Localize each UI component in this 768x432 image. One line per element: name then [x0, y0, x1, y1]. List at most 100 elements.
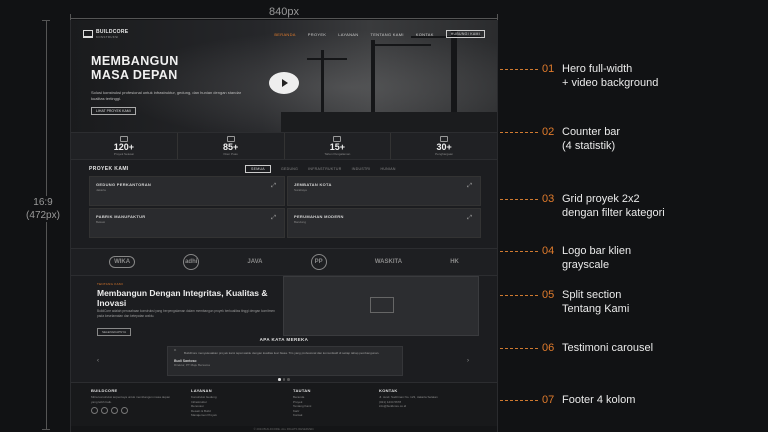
filter-infrastruktur[interactable]: INFRASTRUKTUR [308, 167, 341, 171]
stat-caption: Penghargaan [435, 152, 454, 156]
height-ratio: 16:9 [33, 197, 53, 208]
testimonial-card: “ BuildCore menyelesaikan proyek kami te… [167, 346, 403, 376]
stat-item: 85+ Klien Puas [176, 133, 284, 159]
client-logo: HK [450, 259, 459, 265]
projects-section: PROYEK KAMI SEMUA GEDUNG INFRASTRUKTUR I… [71, 160, 497, 248]
website-mockup: BUILDCORE KONSTRUKSI BERANDA PROYEK LAYA… [70, 20, 498, 432]
social-links [91, 407, 171, 415]
stat-caption: Proyek Selesai [113, 152, 134, 156]
play-icon [282, 79, 288, 87]
footer-col-links: TAUTAN Beranda Proyek Tentang Kami Karir… [293, 388, 363, 418]
annotation-line2: grayscale [562, 259, 610, 271]
filter-semua[interactable]: SEMUA [245, 165, 271, 173]
expand-icon[interactable]: ⤢ [467, 215, 472, 222]
project-card[interactable]: JEMBATAN KOTA Surabaya ⤢ [287, 176, 481, 206]
stat-item: 120+ Proyek Selesai [71, 133, 177, 159]
project-title: PERUMAHAN MODERN [294, 214, 344, 219]
footer-heading: KONTAK [379, 388, 398, 393]
chevron-left-icon[interactable]: ‹ [97, 358, 99, 364]
project-card[interactable]: PABRIK MANUFAKTUR Bekasi ⤢ [89, 208, 285, 238]
email-text[interactable]: info@buildcore.co.id [379, 404, 489, 409]
testimonial-title: APA KATA MEREKA [259, 337, 309, 342]
contact-cta-button[interactable]: HUBUNGI KAMI [445, 30, 485, 38]
facebook-icon[interactable] [91, 407, 98, 415]
about-image [283, 276, 479, 336]
carousel-dot[interactable] [287, 378, 290, 381]
project-title: GEDUNG PERKANTORAN [96, 182, 152, 187]
hero-title: MEMBANGUN MASA DEPAN [91, 54, 179, 82]
hero-subtitle: Solusi konstruksi profesional untuk infr… [91, 90, 242, 101]
linkedin-icon[interactable] [101, 407, 108, 415]
hero-section: BUILDCORE KONSTRUKSI BERANDA PROYEK LAYA… [71, 20, 497, 132]
stat-caption: Tahun Pengalaman [324, 152, 351, 156]
hero-title-line2: MASA DEPAN [91, 68, 178, 82]
brand-tag: KONSTRUKSI [96, 35, 119, 39]
footer: BUILDCORE Mitra konstruksi terpercaya un… [71, 382, 497, 432]
expand-icon[interactable]: ⤢ [271, 215, 276, 222]
annotation-line1: Footer 4 kolom [562, 394, 636, 406]
carousel-dot[interactable] [278, 378, 281, 381]
about-eyebrow: TENTANG KAMI [97, 282, 123, 286]
nav-link-tentang[interactable]: TENTANG KAMI [370, 32, 403, 37]
footer-col-services: LAYANAN Konstruksi Gedung Infrastruktur … [191, 388, 271, 418]
category-filters: SEMUA GEDUNG INFRASTRUKTUR INDUSTRI HUNI… [245, 165, 396, 173]
nav-link-layanan[interactable]: LAYANAN [338, 32, 358, 37]
footer-heading: TAUTAN [293, 388, 311, 393]
instagram-icon[interactable] [111, 407, 118, 415]
youtube-icon[interactable] [121, 407, 128, 415]
quote-icon: “ [174, 349, 177, 356]
filter-industri[interactable]: INDUSTRI [352, 167, 371, 171]
project-card[interactable]: GEDUNG PERKANTORAN Jakarta ⤢ [89, 176, 285, 206]
about-title: Membangun Dengan Integritas, Kualitas & … [97, 288, 268, 308]
annotation-line1: Grid proyek 2x2 [562, 193, 640, 205]
annotation-number: 01 [542, 63, 555, 75]
project-card[interactable]: PERUMAHAN MODERN Bandung ⤢ [287, 208, 481, 238]
annotation-line1: Counter bar [562, 126, 621, 138]
project-title: PABRIK MANUFAKTUR [96, 214, 146, 219]
read-more-button[interactable]: SELENGKAPNYA [97, 328, 132, 336]
footer-heading: LAYANAN [191, 388, 212, 393]
annotation-line1: Logo bar klien [562, 245, 632, 257]
project-location: Bandung [294, 220, 307, 224]
annotation-line1: Testimoni carousel [562, 342, 654, 354]
nav-link-beranda[interactable]: BERANDA [274, 32, 295, 37]
stat-caption: Klien Puas [223, 152, 238, 156]
annotation-line1: Split section [562, 289, 622, 301]
footer-link[interactable]: Manajemen Proyek [191, 413, 271, 418]
filter-gedung[interactable]: GEDUNG [281, 167, 298, 171]
play-video-button[interactable] [269, 72, 299, 94]
annotation-number: 03 [542, 193, 555, 205]
stat-number: 120+ [113, 142, 135, 152]
carousel-dot[interactable] [282, 378, 286, 381]
nav-link-kontak[interactable]: KONTAK [416, 32, 434, 37]
annotation-line2: Tentang Kami [562, 303, 630, 315]
width-label: 840px [265, 6, 303, 18]
nav-links: BERANDA PROYEK LAYANAN TENTANG KAMI KONT… [274, 30, 485, 38]
stat-item: 15+ Tahun Pengalaman [283, 133, 391, 159]
client-logo-bar: WIKA adhi JAVA PP WASKITA HK [71, 248, 497, 276]
filter-hunian[interactable]: HUNIAN [381, 167, 396, 171]
annotation-number: 07 [542, 394, 555, 406]
height-dimension [40, 20, 54, 430]
expand-icon[interactable]: ⤢ [467, 183, 472, 190]
footer-link[interactable]: Kontak [293, 413, 363, 418]
view-projects-button[interactable]: LIHAT PROYEK KAMI [91, 107, 136, 115]
project-location: Surabaya [294, 188, 307, 192]
expand-icon[interactable]: ⤢ [271, 183, 276, 190]
carousel-dots [71, 378, 497, 381]
annotation-line2: (4 statistik) [562, 140, 616, 152]
stat-item: 30+ Penghargaan [390, 133, 497, 159]
project-location: Bekasi [96, 220, 106, 224]
projects-title: PROYEK KAMI [89, 166, 129, 172]
chevron-right-icon[interactable]: › [467, 358, 469, 364]
hero-title-line1: MEMBANGUN [91, 54, 179, 68]
about-section: TENTANG KAMI Membangun Dengan Integritas… [71, 276, 497, 336]
testimonial-role: Direktur, PT Maju Bersama [174, 362, 210, 367]
client-logo: WIKA [109, 256, 136, 268]
project-title: JEMBATAN KOTA [294, 182, 332, 187]
nav-link-proyek[interactable]: PROYEK [308, 32, 326, 37]
brand-logo[interactable]: BUILDCORE KONSTRUKSI [83, 29, 128, 39]
about-text: BuildCore adalah perusahaan konstruksi y… [97, 309, 275, 318]
annotation-number: 05 [542, 289, 555, 301]
width-dimension: 840px [70, 6, 498, 22]
